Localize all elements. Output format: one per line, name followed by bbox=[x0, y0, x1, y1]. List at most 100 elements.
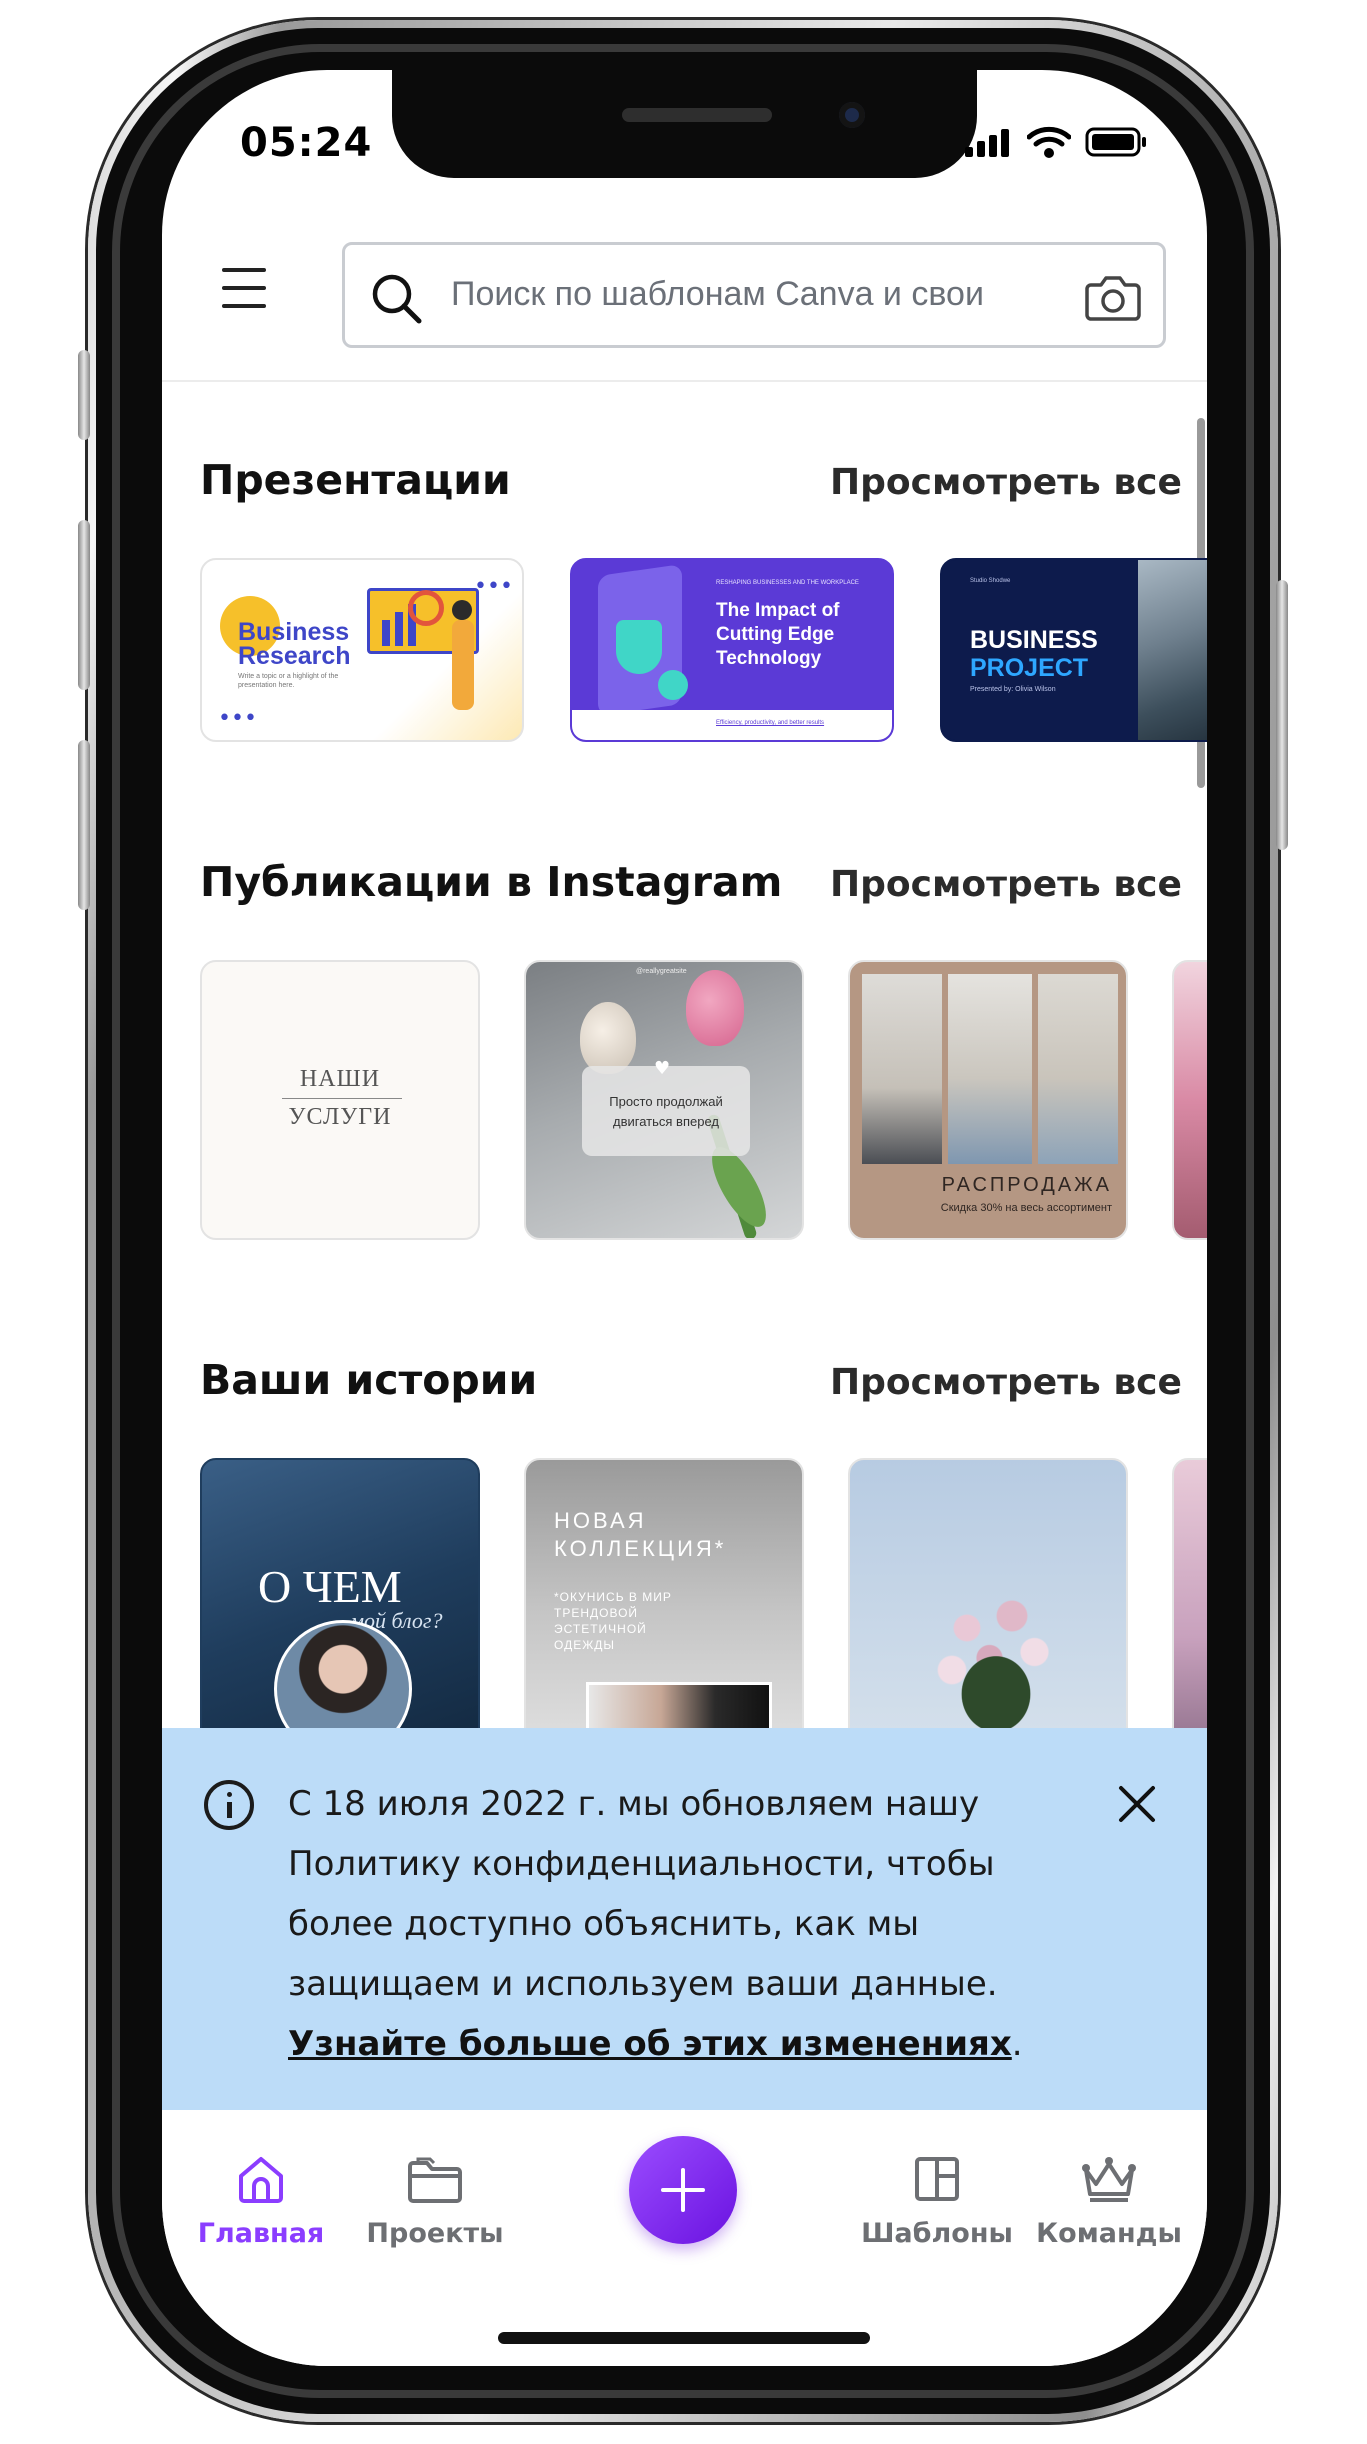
card-heading: УСЛУГИ bbox=[288, 1104, 392, 1130]
tab-label: Команды bbox=[1036, 2218, 1182, 2249]
view-all-stories-link[interactable]: Просмотреть все bbox=[830, 1362, 1182, 1403]
chart-bars bbox=[382, 620, 390, 646]
home-indicator[interactable] bbox=[498, 2332, 870, 2344]
presentation-card-business-project[interactable]: Studio Shodwe BUSINESS PROJECT Presented… bbox=[940, 558, 1207, 742]
instagram-card-sale[interactable]: РАСПРОДАЖА Скидка 30% на весь ассортимен… bbox=[848, 960, 1128, 1240]
divider-line bbox=[282, 1098, 402, 1099]
story-body: *ОКУНИСЬ В МИР bbox=[554, 1590, 672, 1604]
tab-projects[interactable]: Проекты bbox=[350, 2154, 520, 2249]
banner-message: С 18 июля 2022 г. мы обновляем нашу Поли… bbox=[288, 1774, 1108, 2074]
story-card-partial[interactable] bbox=[1172, 1458, 1207, 1758]
quote-text: двигаться вперед bbox=[613, 1114, 719, 1129]
phone-screen: 05:24 Поиск по шаблонам Canva и свои Пре… bbox=[162, 70, 1207, 2366]
presentation-card-impact-technology[interactable]: RESHAPING BUSINESSES AND THE WORKPLACE T… bbox=[570, 558, 894, 742]
search-placeholder[interactable]: Поиск по шаблонам Canva и свои bbox=[451, 275, 1061, 321]
banner-link-suffix: . bbox=[1011, 2024, 1023, 2064]
learn-more-link[interactable]: Узнайте больше об этих изменениях bbox=[288, 2024, 1012, 2064]
tab-label: Шаблоны bbox=[861, 2218, 1013, 2249]
camera-icon[interactable] bbox=[1085, 271, 1141, 323]
tab-label: Главная bbox=[197, 2218, 325, 2249]
hamburger-line bbox=[222, 286, 266, 290]
close-icon[interactable] bbox=[1117, 1784, 1157, 1824]
card-kicker: RESHAPING BUSINESSES AND THE WORKPLACE bbox=[716, 580, 859, 586]
person-head bbox=[452, 600, 472, 620]
volume-down-button bbox=[78, 740, 90, 910]
folder-icon bbox=[408, 2157, 462, 2203]
instagram-card-services[interactable]: НАШИ УСЛУГИ bbox=[200, 960, 480, 1240]
sale-title: РАСПРОДАЖА bbox=[941, 1174, 1112, 1196]
presentation-card-business-research[interactable]: Business Research Write a topic or a hig… bbox=[200, 558, 524, 742]
photo-panel bbox=[948, 974, 1032, 1164]
volume-up-button bbox=[78, 520, 90, 690]
status-time: 05:24 bbox=[240, 120, 373, 166]
card-heading: The Impact of bbox=[716, 600, 840, 621]
story-card-blog[interactable]: О ЧЕМ мой блог? bbox=[200, 1458, 480, 1758]
story-title: НОВАЯ bbox=[554, 1508, 647, 1533]
status-icons bbox=[965, 126, 1147, 158]
tab-label: Проекты bbox=[366, 2218, 504, 2249]
mute-switch bbox=[78, 350, 90, 440]
card-heading: Technology bbox=[716, 648, 822, 669]
card-heading: PROJECT bbox=[970, 654, 1089, 682]
office-photo bbox=[1138, 560, 1207, 740]
section-title-instagram: Публикации в Instagram bbox=[200, 858, 783, 906]
top-bar: Поиск по шаблонам Canva и свои bbox=[162, 210, 1207, 382]
card-heading: Research bbox=[238, 642, 351, 670]
story-card-collection[interactable]: НОВАЯ КОЛЛЕКЦИЯ* *ОКУНИСЬ В МИР ТРЕНДОВО… bbox=[524, 1458, 804, 1758]
create-button[interactable] bbox=[629, 2136, 737, 2244]
templates-icon bbox=[915, 2157, 959, 2201]
power-button bbox=[1276, 580, 1288, 850]
signal-icon bbox=[965, 129, 1009, 157]
person-illustration bbox=[452, 620, 474, 710]
wifi-icon bbox=[1027, 126, 1071, 158]
card-small-label: Studio Shodwe bbox=[970, 578, 1011, 584]
dots-decoration: ••• bbox=[218, 706, 257, 731]
info-icon bbox=[204, 1780, 254, 1830]
view-all-presentations-link[interactable]: Просмотреть все bbox=[830, 462, 1182, 503]
card-heading: BUSINESS bbox=[970, 626, 1098, 654]
story-body: ТРЕНДОВОЙ bbox=[554, 1606, 639, 1620]
card-presenter: Presented by: Olivia Wilson bbox=[970, 686, 1056, 693]
tab-home[interactable]: Главная bbox=[176, 2154, 346, 2249]
tab-bar: Главная Проекты Шаблоны Команды bbox=[162, 2110, 1207, 2366]
card-handle: @reallygreatsite bbox=[636, 968, 687, 975]
dots-decoration: ••• bbox=[474, 574, 513, 599]
card-heading: Cutting Edge bbox=[716, 624, 835, 645]
front-camera bbox=[839, 102, 865, 128]
tulip-pink bbox=[686, 970, 744, 1046]
chart-bars bbox=[395, 612, 403, 646]
heart-icon: ♥ bbox=[654, 1058, 671, 1079]
tulip-white bbox=[580, 1002, 636, 1074]
search-field[interactable]: Поиск по шаблонам Canva и свои bbox=[342, 242, 1166, 348]
search-icon bbox=[372, 274, 422, 324]
tab-templates[interactable]: Шаблоны bbox=[852, 2154, 1022, 2249]
story-title: КОЛЛЕКЦИЯ* bbox=[554, 1536, 727, 1561]
speaker bbox=[622, 108, 772, 122]
story-body: ОДЕЖДЫ bbox=[554, 1638, 616, 1652]
notch bbox=[392, 70, 977, 178]
battery-icon bbox=[1085, 127, 1146, 157]
tab-teams[interactable]: Команды bbox=[1024, 2154, 1194, 2249]
card-footer-strip bbox=[572, 710, 892, 740]
card-footer: Efficiency, productivity, and better res… bbox=[716, 720, 825, 726]
home-icon bbox=[239, 2157, 283, 2203]
photo-panel bbox=[862, 974, 942, 1164]
instagram-card-tulips[interactable]: @reallygreatsite ♥ Просто продолжай двиг… bbox=[524, 960, 804, 1240]
crown-icon bbox=[1082, 2157, 1136, 2202]
magnifier-illustration bbox=[408, 590, 444, 626]
section-title-stories: Ваши истории bbox=[200, 1356, 538, 1404]
sale-subtitle: Скидка 30% на весь ассортимент bbox=[940, 1202, 1112, 1214]
story-card-flowers[interactable] bbox=[848, 1458, 1128, 1758]
menu-button[interactable] bbox=[222, 268, 266, 308]
story-title: О ЧЕМ bbox=[258, 1561, 402, 1612]
story-body: ЭСТЕТИЧНОЙ bbox=[554, 1622, 647, 1636]
instagram-card-partial[interactable] bbox=[1172, 960, 1207, 1240]
coins-illustration bbox=[658, 670, 688, 700]
section-title-presentations: Презентации bbox=[200, 456, 511, 504]
quote-box bbox=[582, 1066, 750, 1156]
hamburger-line bbox=[222, 268, 266, 272]
photo-panel bbox=[1038, 974, 1118, 1164]
quote-text: Просто продолжай bbox=[609, 1094, 723, 1109]
card-heading: НАШИ bbox=[299, 1066, 381, 1092]
view-all-instagram-link[interactable]: Просмотреть все bbox=[830, 864, 1182, 905]
